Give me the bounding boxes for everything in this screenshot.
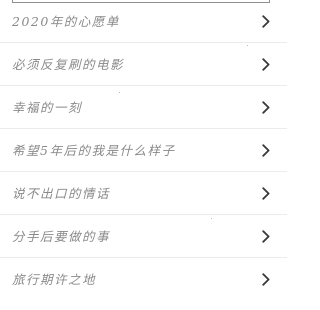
list-item-label: 希望5年后的我是什么样子	[12, 143, 176, 158]
list-item-label: 旅行期许之地	[12, 272, 97, 287]
background-speck	[247, 45, 248, 46]
list-item[interactable]: 说不出口的情话	[0, 172, 287, 215]
chevron-right-icon	[262, 230, 270, 243]
list-item[interactable]: 旅行期许之地	[0, 258, 287, 301]
list-item[interactable]: 希望5年后的我是什么样子	[0, 129, 287, 172]
background-speck	[119, 92, 120, 93]
chevron-right-icon	[262, 187, 270, 200]
list-item[interactable]: 2020年的心愿单	[0, 0, 287, 43]
list-item-label: 必须反复刷的电影	[12, 57, 125, 72]
chevron-right-icon	[262, 15, 270, 28]
list-item-label: 幸福的一刻	[12, 100, 83, 115]
chevron-right-icon	[262, 144, 270, 157]
list-item-label: 2020年的心愿单	[12, 14, 120, 29]
list-item[interactable]: 幸福的一刻	[0, 86, 287, 129]
background-speck	[211, 218, 212, 219]
list-item[interactable]: 分手后要做的事	[0, 215, 287, 258]
list-item-label: 分手后要做的事	[12, 229, 111, 244]
list-item[interactable]: 必须反复刷的电影	[0, 43, 287, 86]
category-list: 2020年的心愿单 必须反复刷的电影 幸福的一刻 希望5年后的我是什么样子 说不…	[0, 0, 287, 301]
chevron-right-icon	[262, 101, 270, 114]
chevron-right-icon	[262, 58, 270, 71]
list-item-label: 说不出口的情话	[12, 186, 111, 201]
chevron-right-icon	[262, 273, 270, 286]
